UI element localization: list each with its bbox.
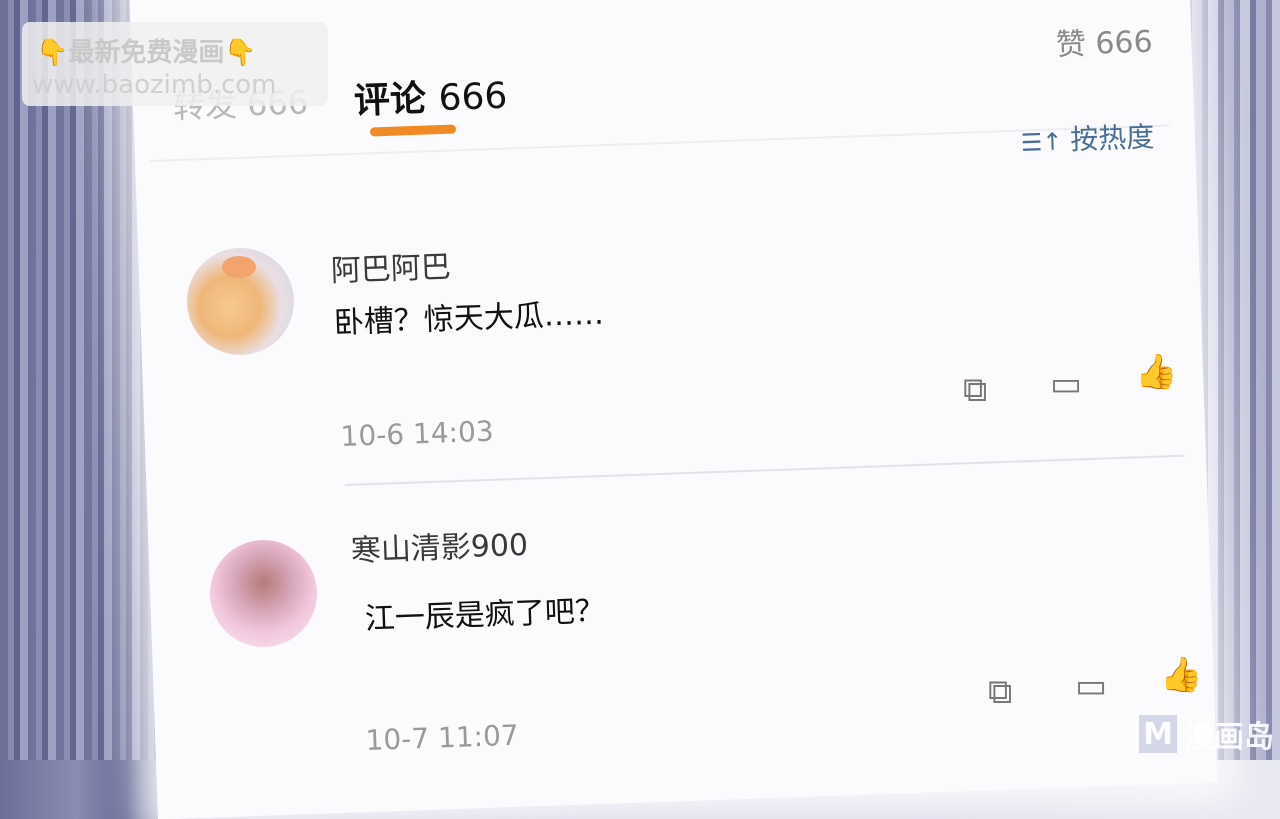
share-icon[interactable]: ⧉ <box>988 672 1012 712</box>
watermark: 👇最新免费漫画👇 www.baozimb.com <box>22 22 328 106</box>
like-icon[interactable]: 👍 <box>1160 655 1202 695</box>
like-icon[interactable]: 👍 <box>1135 352 1177 392</box>
comment-page: 赞 666 转发 666 评论 666 ☰↑按热度 阿巴阿巴 卧槽？惊天大瓜……… <box>0 0 1280 760</box>
tab-comments[interactable]: 评论 666 <box>353 67 508 124</box>
watermark-title: 👇最新免费漫画👇 <box>36 38 257 68</box>
logo-mark: M <box>1136 712 1180 756</box>
sort-icon: ☰↑ <box>1020 127 1063 157</box>
watermark-url: www.baozimb.com <box>32 70 277 100</box>
tab-comments-count: 666 <box>437 75 508 120</box>
comment-divider <box>345 454 1185 486</box>
comment-username[interactable]: 寒山清影900 <box>350 520 529 570</box>
site-logo: M 漫画岛 <box>1136 712 1274 756</box>
comment-timestamp: 10-6 14:03 <box>340 414 495 453</box>
comment-text: 卧槽？惊天大瓜…… <box>333 296 605 341</box>
avatar-ear <box>222 256 256 278</box>
sort-label: 按热度 <box>1069 120 1155 157</box>
like-count-top[interactable]: 赞 666 <box>1055 17 1153 64</box>
avatar[interactable] <box>187 248 294 355</box>
logo-text: 漫画岛 <box>1184 720 1274 755</box>
comment-icon[interactable]: ▭ <box>1050 364 1082 404</box>
tab-comments-label: 评论 <box>353 78 427 122</box>
tab-bar-divider <box>150 124 1170 162</box>
active-tab-indicator <box>369 124 457 137</box>
comment-username[interactable]: 阿巴阿巴 <box>330 242 451 290</box>
sort-button[interactable]: ☰↑ 按热度 <box>1020 115 1155 160</box>
avatar[interactable] <box>210 540 317 647</box>
comment-timestamp: 10-7 11:07 <box>365 718 520 757</box>
comment-icon[interactable]: ▭ <box>1075 666 1107 706</box>
comment-text: 江一辰是疯了吧？ <box>364 593 606 637</box>
share-icon[interactable]: ⧉ <box>963 370 987 410</box>
